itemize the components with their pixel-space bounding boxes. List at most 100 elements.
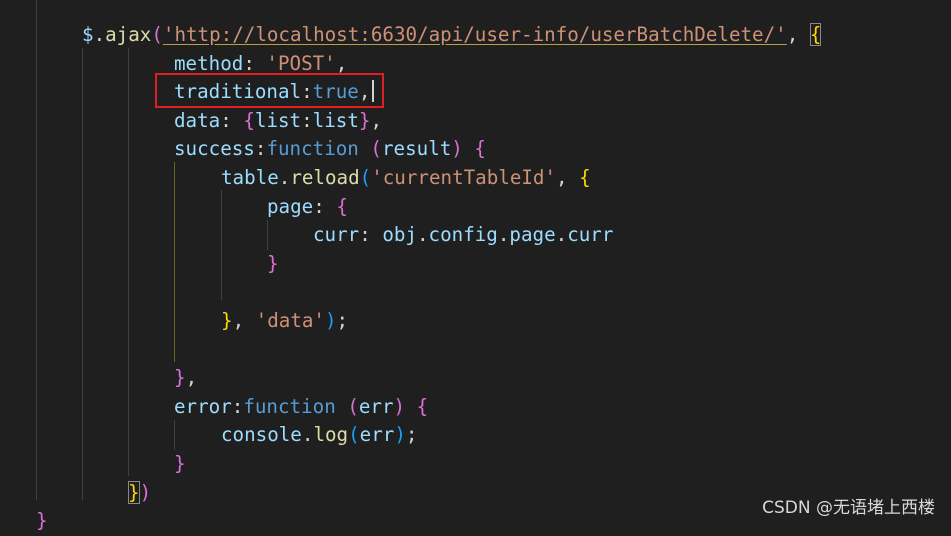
code-line: } <box>174 450 186 479</box>
code-token: reload <box>290 166 360 189</box>
code-token: . <box>416 223 429 247</box>
indent-guide <box>267 220 268 250</box>
code-token: . <box>301 423 314 447</box>
code-token: . <box>555 223 568 247</box>
code-token: : <box>220 108 244 132</box>
code-line: page: { <box>267 193 348 222</box>
code-token: ; <box>405 423 418 447</box>
code-token: ( <box>359 166 372 189</box>
code-token: method <box>174 51 244 75</box>
code-token: page <box>509 223 556 247</box>
code-token: } <box>358 108 371 132</box>
code-token: obj <box>382 223 417 247</box>
indent-guide <box>82 48 83 500</box>
code-token: err <box>358 394 394 418</box>
code-token: } <box>36 509 48 533</box>
code-token: : <box>359 223 383 247</box>
code-editor[interactable]: $.ajax('http://localhost:6630/api/user-i… <box>0 0 951 532</box>
code-line: }, 'data'); <box>221 307 348 336</box>
code-token: data <box>174 108 221 132</box>
code-token: } <box>267 251 279 275</box>
code-token: curr <box>313 223 360 247</box>
code-token: { <box>416 394 429 418</box>
code-line: } <box>267 250 279 279</box>
code-token: function <box>266 137 359 161</box>
code-token: 'POST' <box>266 51 336 75</box>
code-token: } <box>174 366 186 390</box>
indent-guide <box>221 190 222 300</box>
indent-guide <box>36 0 37 500</box>
code-token: . <box>278 166 291 189</box>
code-line: }) <box>128 479 151 508</box>
code-line: }, <box>174 364 197 393</box>
code-token: ) <box>451 137 463 161</box>
code-token: { <box>474 137 486 161</box>
code-token: , <box>556 166 580 189</box>
code-line: $.ajax('http://localhost:6630/api/user-i… <box>82 21 822 50</box>
code-token: 'http://localhost:6630/api/user-info/use… <box>162 23 787 46</box>
watermark: CSDN @无语堵上西楼 <box>762 498 935 518</box>
code-token: , <box>370 108 383 132</box>
code-line: data: {list:list}, <box>174 107 382 136</box>
code-line: } <box>36 507 48 536</box>
code-token: ; <box>336 309 349 332</box>
code-line: curr: obj.config.page.curr <box>313 221 613 250</box>
code-token: ) <box>394 423 406 447</box>
code-token: } <box>174 452 186 475</box>
code-token: , <box>185 366 198 390</box>
code-token: ( <box>370 137 382 161</box>
code-token: { <box>809 23 822 46</box>
code-token: result <box>381 137 452 161</box>
code-token: } <box>221 309 233 332</box>
code-token: : <box>301 108 313 132</box>
code-token: : <box>231 394 244 418</box>
code-token: : <box>254 137 267 161</box>
code-line: error:function (err) { <box>174 393 428 422</box>
code-token: list <box>312 108 359 132</box>
code-token: ) <box>139 480 152 504</box>
code-token: config <box>428 223 498 247</box>
code-token: curr <box>567 223 614 247</box>
code-token: 'data' <box>255 309 325 332</box>
code-token: log <box>313 423 349 447</box>
code-token: ( <box>348 423 360 447</box>
code-token: ) <box>393 394 406 418</box>
code-token: , <box>786 23 810 46</box>
code-token: success <box>174 137 255 161</box>
code-line: table.reload('currentTableId', { <box>221 164 591 193</box>
code-token: { <box>579 166 591 189</box>
code-token: } <box>128 480 140 504</box>
text-cursor <box>372 80 374 102</box>
code-token: err <box>359 423 395 447</box>
code-line: success:function (result) { <box>174 135 486 164</box>
code-token: , <box>335 51 348 75</box>
code-token: function <box>243 394 336 418</box>
code-token: table <box>221 166 279 189</box>
code-token: : <box>243 51 267 75</box>
indent-guide-active <box>174 162 175 362</box>
code-token: : <box>313 194 337 218</box>
code-token: { <box>336 194 348 218</box>
indent-guide <box>174 420 175 450</box>
code-token: ) <box>324 309 337 332</box>
code-line: console.log(err); <box>221 421 417 450</box>
code-token: 'currentTableId' <box>371 166 557 189</box>
code-token: , <box>232 309 256 332</box>
code-token: { <box>243 108 255 132</box>
code-token: ( <box>151 23 163 46</box>
indent-guide <box>128 48 129 476</box>
code-token: error <box>174 394 232 418</box>
code-token: . <box>93 23 106 46</box>
code-token: . <box>497 223 510 247</box>
code-token: list <box>254 108 302 132</box>
highlight-box <box>155 73 384 108</box>
code-token: $ <box>82 23 94 46</box>
code-token: console <box>221 423 302 447</box>
code-token: ( <box>347 394 359 418</box>
code-token: page <box>267 194 314 218</box>
code-token: ajax <box>105 23 152 46</box>
